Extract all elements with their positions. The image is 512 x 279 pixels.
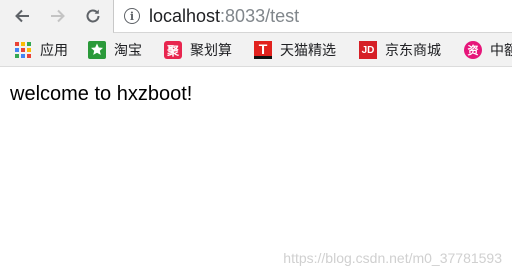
bookmark-tmall[interactable]: T 天猫精选 [254,40,336,60]
back-arrow-icon[interactable] [10,4,34,28]
info-icon[interactable]: i [124,8,140,24]
apps-grid-dot [21,48,25,52]
apps-grid-dot [15,48,19,52]
url-text[interactable]: localhost:8033/test [149,6,299,27]
forward-arrow-icon[interactable] [46,4,70,28]
apps-grid-dot [15,54,19,58]
bookmark-label: 天猫精选 [280,42,336,58]
jd-icon: JD [359,41,377,59]
bookmark-juhuasuan[interactable]: 聚 聚划算 [164,40,232,60]
page-body-text: welcome to hxzboot! [10,83,193,105]
tmall-icon: T [254,41,272,59]
bookmark-label: 中额 [490,42,512,58]
partial-bookmark-icon: 资 [464,41,482,59]
address-bar[interactable]: i localhost:8033/test [113,0,512,33]
apps-grid-icon [14,41,32,59]
bookmark-partial[interactable]: 资 中额 [464,40,512,60]
url-host: localhost [149,6,221,26]
apps-grid-dot [21,42,25,46]
bookmark-apps[interactable]: 应用 [14,40,68,60]
apps-grid-dot [21,54,25,58]
apps-grid-dot [27,42,31,46]
taobao-icon [88,41,106,59]
apps-grid-dot [27,54,31,58]
apps-grid-dot [27,48,31,52]
bookmark-taobao[interactable]: 淘宝 [88,40,142,60]
url-path: :8033/test [220,6,300,26]
bookmark-label: 淘宝 [114,42,142,58]
bookmark-label: 应用 [40,42,68,58]
browser-toolbar: i localhost:8033/test [0,0,512,33]
juhuasuan-icon: 聚 [164,41,182,59]
reload-icon[interactable] [81,4,105,28]
watermark-text: https://blog.csdn.net/m0_37781593 [283,250,502,266]
apps-grid-dot [15,42,19,46]
bookmark-jd[interactable]: JD 京东商城 [359,40,441,60]
bookmarks-bar: 应用 淘宝 聚 聚划算 T 天猫精选 JD 京东商城 资 中额 [0,33,512,67]
bookmark-label: 京东商城 [385,42,441,58]
bookmark-label: 聚划算 [190,42,232,58]
